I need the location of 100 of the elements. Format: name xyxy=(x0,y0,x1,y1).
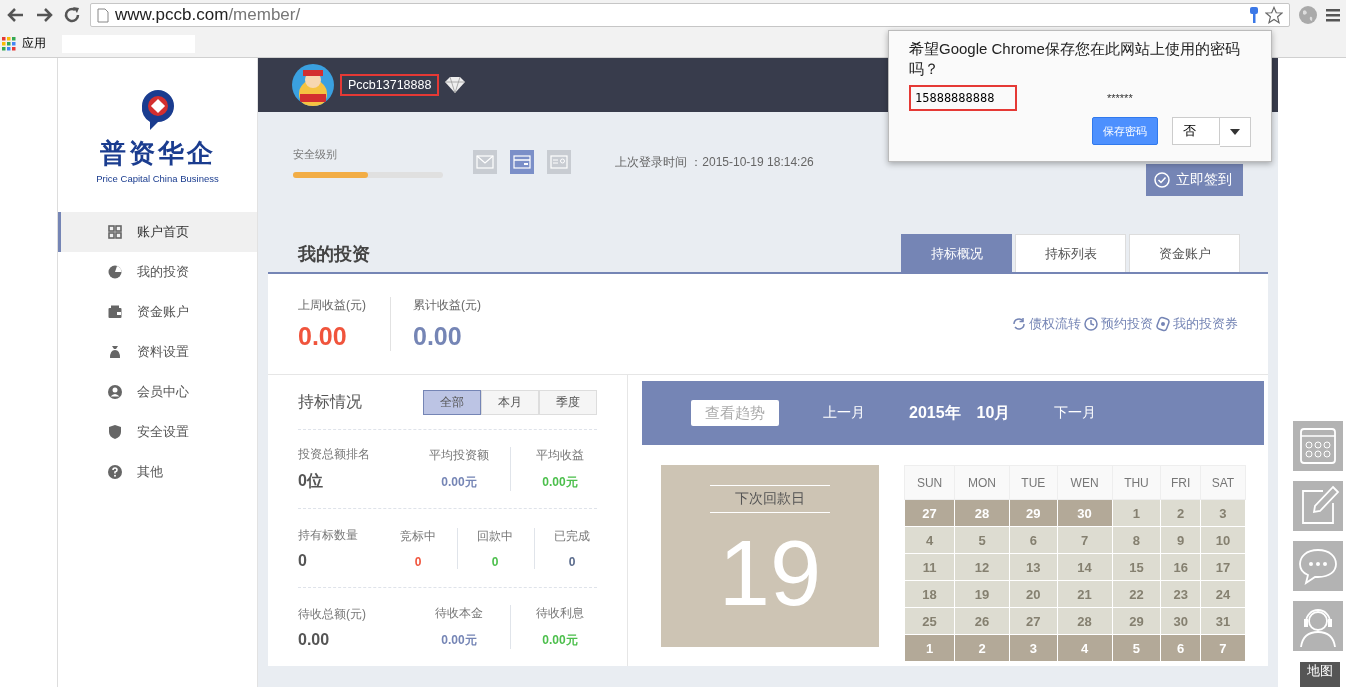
apps-icon[interactable] xyxy=(2,36,16,51)
filter-tab[interactable]: 季度 xyxy=(539,389,597,415)
sidebar-item[interactable]: 安全设置 xyxy=(58,412,257,452)
calculator-button[interactable] xyxy=(1293,421,1343,471)
link[interactable]: 预约投资 xyxy=(1101,315,1153,333)
tab[interactable]: 持标概况 xyxy=(901,234,1012,272)
link[interactable]: 我的投资券 xyxy=(1173,315,1238,333)
stat-value: 0.00 xyxy=(298,630,331,649)
day-cell[interactable]: 11 xyxy=(904,553,955,581)
weekday-header: FRI xyxy=(1160,465,1201,500)
star-icon[interactable] xyxy=(1265,6,1283,24)
refresh-icon xyxy=(1011,316,1027,332)
save-password-button[interactable]: 保存密码 xyxy=(1092,117,1158,145)
weekday-header: TUE xyxy=(1009,465,1058,500)
day-cell[interactable]: 25 xyxy=(904,607,955,635)
stat-value: 0.00元 xyxy=(441,632,477,649)
clock-icon xyxy=(1083,316,1099,332)
page-icon xyxy=(97,7,109,23)
weekday-header: WEN xyxy=(1057,465,1112,500)
sidebar-item[interactable]: 账户首页 xyxy=(58,212,257,252)
stat-value: 0 xyxy=(298,551,308,570)
stat-label: 已完成 xyxy=(554,527,590,545)
sidebar-item[interactable]: 资金账户 xyxy=(58,292,257,332)
map-button[interactable]: 地图 xyxy=(1300,662,1340,687)
holdings-title: 持标情况 xyxy=(298,391,362,412)
filter-tab[interactable]: 全部 xyxy=(423,389,481,415)
edit-button[interactable] xyxy=(1293,481,1343,531)
shield-icon xyxy=(107,424,123,440)
card-icon[interactable] xyxy=(510,150,534,174)
checkin-button[interactable]: 立即签到 xyxy=(1146,164,1243,196)
day-cell[interactable]: 4 xyxy=(904,526,955,554)
sidebar-item[interactable]: 会员中心 xyxy=(58,372,257,412)
diamond-icon xyxy=(445,76,468,94)
saved-username: 15888888888 xyxy=(909,85,1017,111)
sidebar-item[interactable]: 我的投资 xyxy=(58,252,257,292)
logo-name: 普资华企 xyxy=(99,137,216,170)
check-icon xyxy=(1154,172,1170,188)
decline-button[interactable]: 否 xyxy=(1172,117,1220,145)
stat-label: 竞标中 xyxy=(400,527,436,545)
stat-label: 待收本金 xyxy=(435,605,483,622)
stat-label: 持有标数量 xyxy=(298,526,359,544)
income-value: 0.00 xyxy=(413,322,463,351)
help-icon xyxy=(107,464,123,480)
stat-value: 0 xyxy=(491,554,499,569)
key-icon[interactable] xyxy=(1249,6,1259,24)
day-cell[interactable]: 1 xyxy=(904,634,955,662)
sidebar-item[interactable]: 资料设置 xyxy=(58,332,257,372)
user-icon xyxy=(107,384,123,400)
logo-tagline: Price Capital China Business xyxy=(96,173,219,184)
sidebar-item[interactable]: 其他 xyxy=(58,452,257,492)
section-title: 我的投资 xyxy=(298,243,370,266)
saved-password: ****** xyxy=(1107,92,1133,104)
filter-tab[interactable]: 本月 xyxy=(481,389,539,415)
day-cell[interactable]: 18 xyxy=(904,580,955,608)
stat-value: 0.00元 xyxy=(542,632,578,649)
tab[interactable]: 持标列表 xyxy=(1015,234,1126,272)
weekday-header: SUN xyxy=(904,465,955,500)
stat-value: 0 xyxy=(568,554,576,569)
stat-value: 0 xyxy=(414,554,422,569)
globe-icon[interactable] xyxy=(1298,5,1318,25)
weekday-header: THU xyxy=(1112,465,1161,500)
year-label: 2015年 xyxy=(909,402,961,423)
trend-button[interactable]: 查看趋势 xyxy=(691,400,779,426)
day-cell[interactable]: 27 xyxy=(904,499,955,527)
income-label: 上周收益(元) xyxy=(298,297,366,314)
prev-month-link[interactable]: 上一月 xyxy=(823,404,865,422)
bookmark-link[interactable]: 应用 xyxy=(22,35,46,52)
stat-value: 0位 xyxy=(298,471,324,491)
weekday-header: SAT xyxy=(1200,465,1246,500)
stat-label: 待收利息 xyxy=(536,605,584,622)
stat-value: 0.00元 xyxy=(542,474,578,491)
stat-label: 平均收益 xyxy=(536,447,584,464)
grid-icon xyxy=(107,224,123,240)
pie-icon xyxy=(107,264,123,280)
next-payment-label: 下次回款日 xyxy=(710,485,830,513)
income-label: 累计收益(元) xyxy=(413,297,481,314)
bag-icon xyxy=(107,344,123,360)
income-value: 0.00 xyxy=(298,322,348,351)
caret-icon xyxy=(1230,129,1240,135)
support-button[interactable] xyxy=(1293,601,1343,651)
popup-message: 希望Google Chrome保存您在此网站上使用的密码吗？ xyxy=(909,39,1241,79)
address-bar[interactable]: www.pccb.com/member/ xyxy=(90,3,1290,27)
stat-label: 投资总额排名 xyxy=(298,446,371,463)
menu-icon[interactable] xyxy=(1326,7,1340,23)
stat-label: 回款中 xyxy=(477,527,513,545)
coupon-icon xyxy=(1155,316,1171,332)
last-login: 上次登录时间 ：2015-10-19 18:14:26 xyxy=(615,153,814,171)
username: Pccb13718888 xyxy=(340,74,440,96)
stat-label: 平均投资额 xyxy=(429,447,489,464)
chat-button[interactable] xyxy=(1293,541,1343,591)
security-label: 安全级别 xyxy=(293,146,338,162)
wallet-icon xyxy=(107,304,123,320)
next-month-link[interactable]: 下一月 xyxy=(1054,404,1097,422)
link[interactable]: 债权流转 xyxy=(1029,315,1081,333)
stat-label: 待收总额(元) xyxy=(298,605,367,623)
tab[interactable]: 资金账户 xyxy=(1129,234,1240,272)
month-label: 10月 xyxy=(976,402,1011,423)
stat-value: 0.00元 xyxy=(441,474,477,491)
dropdown-button[interactable] xyxy=(1220,117,1251,147)
reload-icon[interactable] xyxy=(62,5,82,25)
